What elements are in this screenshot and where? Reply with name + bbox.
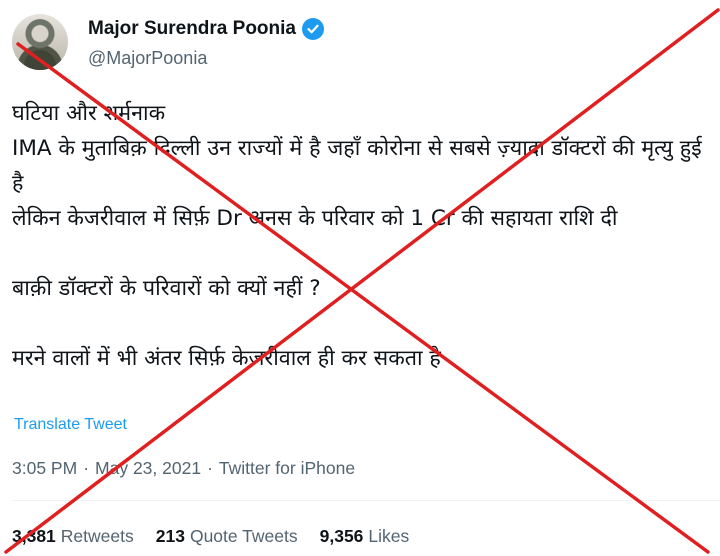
likes-count: 9,356: [319, 526, 364, 546]
retweets-label: Retweets: [60, 526, 134, 546]
quotes-count: 213: [155, 526, 185, 546]
translate-tweet-link[interactable]: Translate Tweet: [14, 416, 127, 434]
tweet-stats: 3,381 Retweets 213 Quote Tweets 9,356 Likes: [12, 526, 409, 547]
tweet-time[interactable]: 3:05 PM: [12, 458, 77, 478]
quotes-label: Quote Tweets: [189, 526, 298, 546]
tweet-source[interactable]: Twitter for iPhone: [219, 458, 355, 478]
likes-stat[interactable]: 9,356 Likes: [320, 526, 410, 547]
tweet-date[interactable]: May 23, 2021: [95, 458, 201, 478]
retweets-stat[interactable]: 3,381 Retweets: [12, 526, 134, 547]
retweets-count: 3,381: [12, 526, 56, 546]
divider: [12, 500, 720, 501]
likes-label: Likes: [368, 526, 410, 546]
tweet-header: Major Surendra Poonia @MajorPoonia: [12, 8, 712, 72]
author-row: Major Surendra Poonia: [88, 18, 324, 40]
tweet-meta: 3:05 PM · May 23, 2021 · Twitter for iPhone: [12, 458, 355, 479]
meta-separator: ·: [83, 458, 90, 478]
quotes-stat[interactable]: 213 Quote Tweets: [156, 526, 298, 547]
tweet-text: घटिया और शर्मनाक IMA के मुताबिक़ दिल्ली …: [12, 101, 702, 371]
verified-badge-icon: [301, 18, 324, 40]
author-name[interactable]: Major Surendra Poonia: [88, 18, 296, 40]
avatar[interactable]: [12, 14, 68, 70]
author-handle[interactable]: @MajorPoonia: [88, 48, 207, 69]
meta-separator: ·: [207, 458, 213, 478]
